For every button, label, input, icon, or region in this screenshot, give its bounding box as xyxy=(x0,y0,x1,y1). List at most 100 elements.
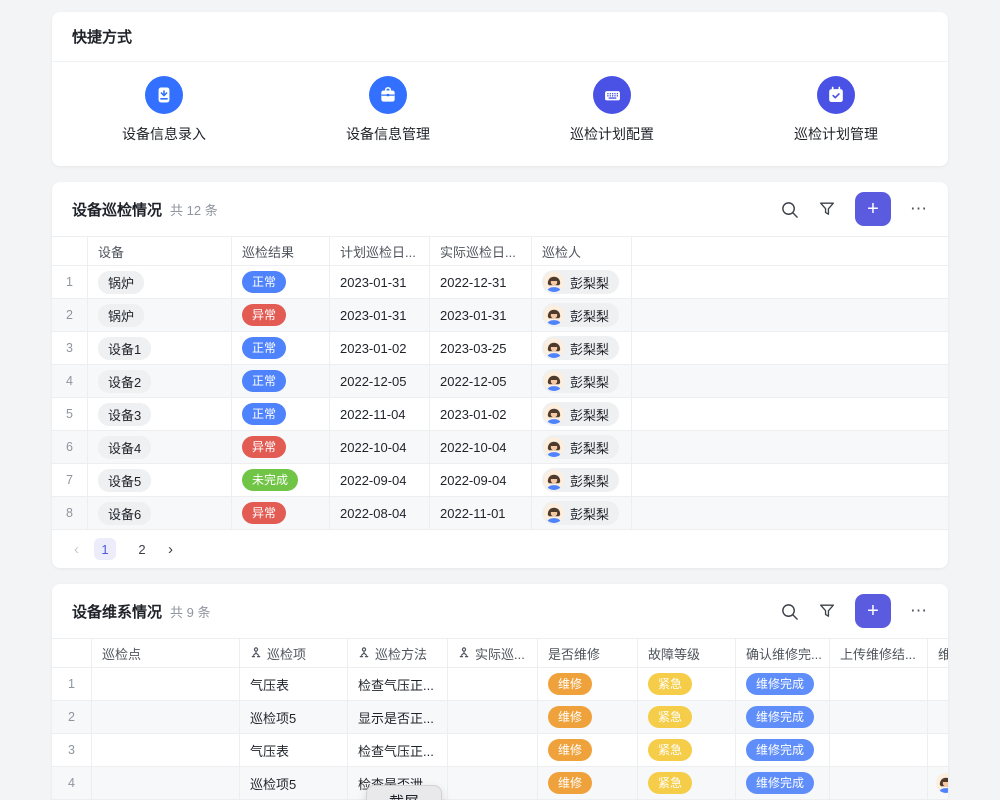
repair-cell[interactable]: 维修 xyxy=(538,701,638,733)
device-cell[interactable]: 设备6 xyxy=(88,497,232,529)
level-cell[interactable]: 紧急 xyxy=(638,767,736,799)
extra-cell[interactable] xyxy=(928,734,948,766)
confirm-cell[interactable]: 维修完成 xyxy=(736,668,830,700)
item-cell[interactable]: 巡检项5 xyxy=(240,767,348,799)
actual-cell[interactable] xyxy=(448,767,538,799)
column-header-upload[interactable]: 上传维修结... xyxy=(830,639,928,667)
item-cell[interactable]: 巡检项5 xyxy=(240,701,348,733)
column-header-item[interactable]: 巡检项 xyxy=(240,639,348,667)
result-cell[interactable]: 异常 xyxy=(232,431,330,463)
actual-date-cell[interactable]: 2023-03-25 xyxy=(430,332,532,364)
item-cell[interactable]: 气压表 xyxy=(240,668,348,700)
device-cell[interactable]: 设备1 xyxy=(88,332,232,364)
table-row[interactable]: 5 设备3 正常 2022-11-04 2023-01-02 彭梨梨 xyxy=(52,398,948,431)
inspector-cell[interactable]: 彭梨梨 xyxy=(532,299,632,331)
planned-date-cell[interactable]: 2023-01-31 xyxy=(330,299,430,331)
point-cell[interactable] xyxy=(92,767,240,799)
column-header-result[interactable]: 巡检结果 xyxy=(232,237,330,265)
more-button[interactable]: ⋯ xyxy=(910,199,928,219)
point-cell[interactable] xyxy=(92,701,240,733)
extra-cell[interactable] xyxy=(928,668,948,700)
add-record-button[interactable]: + xyxy=(855,594,891,628)
inspector-cell[interactable]: 彭梨梨 xyxy=(532,266,632,298)
result-cell[interactable]: 异常 xyxy=(232,497,330,529)
column-header-device[interactable]: 设备 xyxy=(88,237,232,265)
prev-page-button[interactable]: ‹ xyxy=(74,541,79,558)
next-page-button[interactable]: › xyxy=(168,541,173,558)
level-cell[interactable]: 紧急 xyxy=(638,734,736,766)
shortcut-item-device-entry[interactable]: 设备信息录入 xyxy=(52,76,276,144)
actual-date-cell[interactable]: 2023-01-02 xyxy=(430,398,532,430)
page-2-button[interactable]: 2 xyxy=(131,538,153,560)
result-cell[interactable]: 正常 xyxy=(232,332,330,364)
device-cell[interactable]: 设备4 xyxy=(88,431,232,463)
table-row[interactable]: 4 巡检项5 检查是否泄... 维修 紧急 维修完成 xyxy=(52,767,948,800)
upload-cell[interactable] xyxy=(830,734,928,766)
actual-date-cell[interactable]: 2022-09-04 xyxy=(430,464,532,496)
table-row[interactable]: 3 气压表 检查气压正... 维修 紧急 维修完成 xyxy=(52,734,948,767)
actual-cell[interactable] xyxy=(448,668,538,700)
device-cell[interactable]: 设备5 xyxy=(88,464,232,496)
method-cell[interactable]: 显示是否正... xyxy=(348,701,448,733)
confirm-cell[interactable]: 维修完成 xyxy=(736,701,830,733)
shortcut-item-plan-manage[interactable]: 巡检计划管理 xyxy=(724,76,948,144)
planned-date-cell[interactable]: 2022-11-04 xyxy=(330,398,430,430)
result-cell[interactable]: 正常 xyxy=(232,266,330,298)
table-row[interactable]: 2 锅炉 异常 2023-01-31 2023-01-31 彭梨梨 xyxy=(52,299,948,332)
repair-cell[interactable]: 维修 xyxy=(538,734,638,766)
column-header-level[interactable]: 故障等级 xyxy=(638,639,736,667)
confirm-cell[interactable]: 维修完成 xyxy=(736,767,830,799)
column-header-actual[interactable]: 实际巡... xyxy=(448,639,538,667)
actual-date-cell[interactable]: 2022-11-01 xyxy=(430,497,532,529)
planned-date-cell[interactable]: 2022-12-05 xyxy=(330,365,430,397)
result-cell[interactable]: 未完成 xyxy=(232,464,330,496)
actual-date-cell[interactable]: 2022-12-31 xyxy=(430,266,532,298)
actual-date-cell[interactable]: 2022-10-04 xyxy=(430,431,532,463)
actual-cell[interactable] xyxy=(448,701,538,733)
result-cell[interactable]: 正常 xyxy=(232,365,330,397)
point-cell[interactable] xyxy=(92,734,240,766)
table-row[interactable]: 8 设备6 异常 2022-08-04 2022-11-01 彭梨梨 xyxy=(52,497,948,530)
column-header-clipped[interactable]: 维 xyxy=(928,639,948,667)
point-cell[interactable] xyxy=(92,668,240,700)
inspector-cell[interactable]: 彭梨梨 xyxy=(532,497,632,529)
table-row[interactable]: 1 锅炉 正常 2023-01-31 2022-12-31 彭梨梨 xyxy=(52,266,948,299)
repair-cell[interactable]: 维修 xyxy=(538,668,638,700)
column-header-method[interactable]: 巡检方法 xyxy=(348,639,448,667)
table-row[interactable]: 1 气压表 检查气压正... 维修 紧急 维修完成 xyxy=(52,668,948,701)
method-cell[interactable]: 检查气压正... xyxy=(348,734,448,766)
table-row[interactable]: 7 设备5 未完成 2022-09-04 2022-09-04 彭梨梨 xyxy=(52,464,948,497)
search-button[interactable] xyxy=(780,602,799,621)
table-row[interactable]: 2 巡检项5 显示是否正... 维修 紧急 维修完成 xyxy=(52,701,948,734)
result-cell[interactable]: 异常 xyxy=(232,299,330,331)
result-cell[interactable]: 正常 xyxy=(232,398,330,430)
planned-date-cell[interactable]: 2023-01-02 xyxy=(330,332,430,364)
level-cell[interactable]: 紧急 xyxy=(638,668,736,700)
column-header-planned[interactable]: 计划巡检日... xyxy=(330,237,430,265)
filter-button[interactable] xyxy=(818,602,836,620)
column-header-inspector[interactable]: 巡检人 xyxy=(532,237,632,265)
search-button[interactable] xyxy=(780,200,799,219)
column-header-confirm[interactable]: 确认维修完... xyxy=(736,639,830,667)
confirm-cell[interactable]: 维修完成 xyxy=(736,734,830,766)
column-header-point[interactable]: 巡检点 xyxy=(92,639,240,667)
device-cell[interactable]: 锅炉 xyxy=(88,266,232,298)
shortcut-item-device-manage[interactable]: 设备信息管理 xyxy=(276,76,500,144)
inspector-cell[interactable]: 彭梨梨 xyxy=(532,431,632,463)
extra-cell[interactable] xyxy=(928,767,948,799)
table-row[interactable]: 3 设备1 正常 2023-01-02 2023-03-25 彭梨梨 xyxy=(52,332,948,365)
planned-date-cell[interactable]: 2022-08-04 xyxy=(330,497,430,529)
device-cell[interactable]: 锅炉 xyxy=(88,299,232,331)
upload-cell[interactable] xyxy=(830,701,928,733)
inspector-cell[interactable]: 彭梨梨 xyxy=(532,332,632,364)
repair-cell[interactable]: 维修 xyxy=(538,767,638,799)
device-cell[interactable]: 设备2 xyxy=(88,365,232,397)
shortcut-item-plan-config[interactable]: 巡检计划配置 xyxy=(500,76,724,144)
device-cell[interactable]: 设备3 xyxy=(88,398,232,430)
actual-date-cell[interactable]: 2023-01-31 xyxy=(430,299,532,331)
inspector-cell[interactable]: 彭梨梨 xyxy=(532,365,632,397)
inspector-cell[interactable]: 彭梨梨 xyxy=(532,464,632,496)
table-row[interactable]: 4 设备2 正常 2022-12-05 2022-12-05 彭梨梨 xyxy=(52,365,948,398)
item-cell[interactable]: 气压表 xyxy=(240,734,348,766)
page-1-button[interactable]: 1 xyxy=(94,538,116,560)
